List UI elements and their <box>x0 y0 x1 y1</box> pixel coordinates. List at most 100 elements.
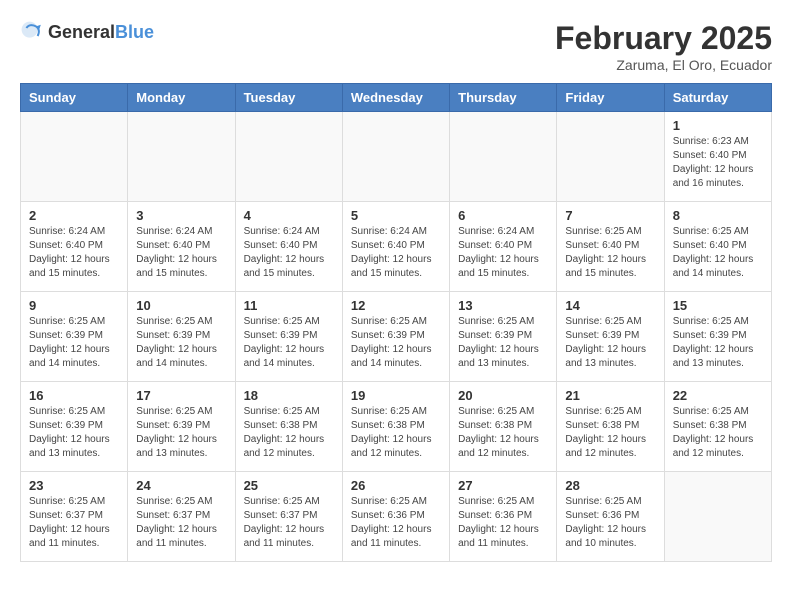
calendar-cell <box>235 112 342 202</box>
calendar-cell <box>557 112 664 202</box>
calendar-cell: 19 Sunrise: 6:25 AM Sunset: 6:38 PM Dayli… <box>342 382 449 472</box>
day-number: 7 <box>565 208 655 223</box>
day-number: 17 <box>136 388 226 403</box>
day-info: Sunrise: 6:25 AM Sunset: 6:38 PM Dayligh… <box>673 405 763 461</box>
calendar-cell: 23 Sunrise: 6:25 AM Sunset: 6:37 PM Dayli… <box>21 472 128 562</box>
calendar-header-monday: Monday <box>128 84 235 112</box>
day-number: 3 <box>136 208 226 223</box>
calendar-cell <box>21 112 128 202</box>
day-number: 15 <box>673 298 763 313</box>
calendar-cell: 1 Sunrise: 6:23 AM Sunset: 6:40 PM Daylig… <box>664 112 771 202</box>
day-number: 5 <box>351 208 441 223</box>
day-info: Sunrise: 6:24 AM Sunset: 6:40 PM Dayligh… <box>351 225 441 281</box>
week-row-1: 1 Sunrise: 6:23 AM Sunset: 6:40 PM Daylig… <box>21 112 772 202</box>
calendar-cell: 5 Sunrise: 6:24 AM Sunset: 6:40 PM Daylig… <box>342 202 449 292</box>
calendar-header-row: SundayMondayTuesdayWednesdayThursdayFrid… <box>21 84 772 112</box>
day-number: 25 <box>244 478 334 493</box>
day-info: Sunrise: 6:24 AM Sunset: 6:40 PM Dayligh… <box>29 225 119 281</box>
day-number: 23 <box>29 478 119 493</box>
day-info: Sunrise: 6:25 AM Sunset: 6:39 PM Dayligh… <box>351 315 441 371</box>
calendar-cell: 15 Sunrise: 6:25 AM Sunset: 6:39 PM Dayli… <box>664 292 771 382</box>
day-number: 1 <box>673 118 763 133</box>
calendar-table: SundayMondayTuesdayWednesdayThursdayFrid… <box>20 83 772 562</box>
day-number: 9 <box>29 298 119 313</box>
calendar-cell: 16 Sunrise: 6:25 AM Sunset: 6:39 PM Dayli… <box>21 382 128 472</box>
day-info: Sunrise: 6:25 AM Sunset: 6:37 PM Dayligh… <box>244 495 334 551</box>
calendar-cell <box>128 112 235 202</box>
day-number: 19 <box>351 388 441 403</box>
day-number: 22 <box>673 388 763 403</box>
calendar-cell: 21 Sunrise: 6:25 AM Sunset: 6:38 PM Dayli… <box>557 382 664 472</box>
day-info: Sunrise: 6:25 AM Sunset: 6:39 PM Dayligh… <box>29 315 119 371</box>
calendar-cell: 22 Sunrise: 6:25 AM Sunset: 6:38 PM Dayli… <box>664 382 771 472</box>
day-info: Sunrise: 6:25 AM Sunset: 6:36 PM Dayligh… <box>351 495 441 551</box>
calendar-cell: 25 Sunrise: 6:25 AM Sunset: 6:37 PM Dayli… <box>235 472 342 562</box>
week-row-2: 2 Sunrise: 6:24 AM Sunset: 6:40 PM Daylig… <box>21 202 772 292</box>
day-number: 10 <box>136 298 226 313</box>
day-info: Sunrise: 6:25 AM Sunset: 6:37 PM Dayligh… <box>29 495 119 551</box>
logo-icon <box>20 20 44 44</box>
day-number: 6 <box>458 208 548 223</box>
calendar-cell: 3 Sunrise: 6:24 AM Sunset: 6:40 PM Daylig… <box>128 202 235 292</box>
week-row-3: 9 Sunrise: 6:25 AM Sunset: 6:39 PM Daylig… <box>21 292 772 382</box>
day-number: 18 <box>244 388 334 403</box>
day-number: 16 <box>29 388 119 403</box>
calendar-cell <box>450 112 557 202</box>
day-info: Sunrise: 6:25 AM Sunset: 6:40 PM Dayligh… <box>565 225 655 281</box>
week-row-5: 23 Sunrise: 6:25 AM Sunset: 6:37 PM Dayli… <box>21 472 772 562</box>
calendar-cell <box>342 112 449 202</box>
day-info: Sunrise: 6:24 AM Sunset: 6:40 PM Dayligh… <box>458 225 548 281</box>
calendar-header-sunday: Sunday <box>21 84 128 112</box>
location: Zaruma, El Oro, Ecuador <box>555 57 772 73</box>
day-info: Sunrise: 6:25 AM Sunset: 6:36 PM Dayligh… <box>458 495 548 551</box>
day-info: Sunrise: 6:25 AM Sunset: 6:38 PM Dayligh… <box>351 405 441 461</box>
day-info: Sunrise: 6:24 AM Sunset: 6:40 PM Dayligh… <box>244 225 334 281</box>
calendar-cell: 11 Sunrise: 6:25 AM Sunset: 6:39 PM Dayli… <box>235 292 342 382</box>
day-info: Sunrise: 6:25 AM Sunset: 6:39 PM Dayligh… <box>565 315 655 371</box>
calendar-cell: 12 Sunrise: 6:25 AM Sunset: 6:39 PM Dayli… <box>342 292 449 382</box>
calendar-cell: 6 Sunrise: 6:24 AM Sunset: 6:40 PM Daylig… <box>450 202 557 292</box>
day-info: Sunrise: 6:24 AM Sunset: 6:40 PM Dayligh… <box>136 225 226 281</box>
page-header: GeneralBlue February 2025 Zaruma, El Oro… <box>20 20 772 73</box>
calendar-cell: 27Sunrise: 6:25 AM Sunset: 6:36 PM Dayli… <box>450 472 557 562</box>
calendar-cell: 4 Sunrise: 6:24 AM Sunset: 6:40 PM Daylig… <box>235 202 342 292</box>
calendar-header-saturday: Saturday <box>664 84 771 112</box>
week-row-4: 16 Sunrise: 6:25 AM Sunset: 6:39 PM Dayli… <box>21 382 772 472</box>
day-number: 28 <box>565 478 655 493</box>
calendar-cell: 17Sunrise: 6:25 AM Sunset: 6:39 PM Dayli… <box>128 382 235 472</box>
day-info: Sunrise: 6:25 AM Sunset: 6:39 PM Dayligh… <box>458 315 548 371</box>
calendar-header-tuesday: Tuesday <box>235 84 342 112</box>
logo-general: GeneralBlue <box>48 22 154 43</box>
day-number: 4 <box>244 208 334 223</box>
day-info: Sunrise: 6:25 AM Sunset: 6:38 PM Dayligh… <box>565 405 655 461</box>
calendar-cell: 7 Sunrise: 6:25 AM Sunset: 6:40 PM Daylig… <box>557 202 664 292</box>
calendar-cell <box>664 472 771 562</box>
day-info: Sunrise: 6:25 AM Sunset: 6:38 PM Dayligh… <box>458 405 548 461</box>
calendar-header-thursday: Thursday <box>450 84 557 112</box>
day-info: Sunrise: 6:25 AM Sunset: 6:39 PM Dayligh… <box>29 405 119 461</box>
day-info: Sunrise: 6:25 AM Sunset: 6:36 PM Dayligh… <box>565 495 655 551</box>
day-number: 12 <box>351 298 441 313</box>
calendar-cell: 10 Sunrise: 6:25 AM Sunset: 6:39 PM Dayli… <box>128 292 235 382</box>
day-number: 26 <box>351 478 441 493</box>
day-number: 21 <box>565 388 655 403</box>
day-number: 14 <box>565 298 655 313</box>
day-info: Sunrise: 6:25 AM Sunset: 6:39 PM Dayligh… <box>673 315 763 371</box>
day-info: Sunrise: 6:25 AM Sunset: 6:39 PM Dayligh… <box>244 315 334 371</box>
calendar-cell: 28 Sunrise: 6:25 AM Sunset: 6:36 PM Dayli… <box>557 472 664 562</box>
title-block: February 2025 Zaruma, El Oro, Ecuador <box>555 20 772 73</box>
logo: GeneralBlue <box>20 20 154 44</box>
day-number: 13 <box>458 298 548 313</box>
calendar-cell: 2 Sunrise: 6:24 AM Sunset: 6:40 PM Daylig… <box>21 202 128 292</box>
day-info: Sunrise: 6:25 AM Sunset: 6:39 PM Dayligh… <box>136 315 226 371</box>
calendar-cell: 18Sunrise: 6:25 AM Sunset: 6:38 PM Dayli… <box>235 382 342 472</box>
calendar-header-friday: Friday <box>557 84 664 112</box>
calendar-cell: 24Sunrise: 6:25 AM Sunset: 6:37 PM Dayli… <box>128 472 235 562</box>
day-number: 2 <box>29 208 119 223</box>
calendar-cell: 13 Sunrise: 6:25 AM Sunset: 6:39 PM Dayli… <box>450 292 557 382</box>
calendar-cell: 20Sunrise: 6:25 AM Sunset: 6:38 PM Dayli… <box>450 382 557 472</box>
calendar-cell: 8Sunrise: 6:25 AM Sunset: 6:40 PM Daylig… <box>664 202 771 292</box>
day-info: Sunrise: 6:23 AM Sunset: 6:40 PM Dayligh… <box>673 135 763 191</box>
calendar-cell: 9 Sunrise: 6:25 AM Sunset: 6:39 PM Daylig… <box>21 292 128 382</box>
day-number: 11 <box>244 298 334 313</box>
